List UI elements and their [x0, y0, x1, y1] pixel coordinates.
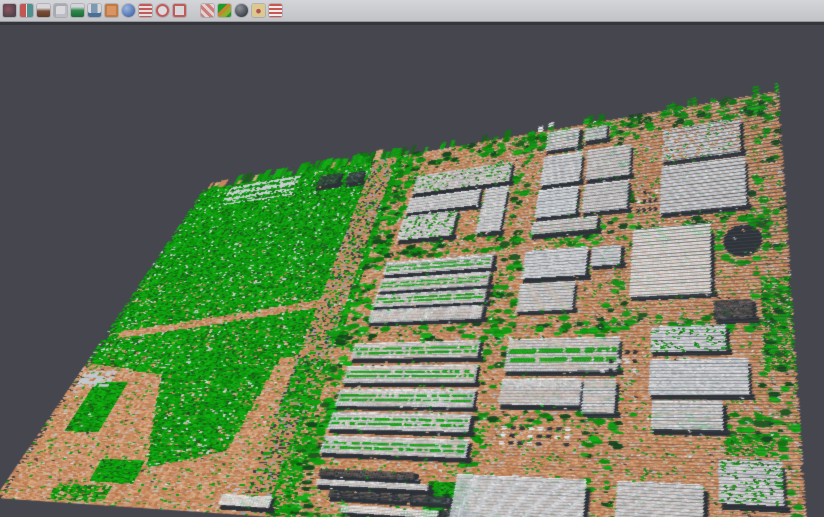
- orthophoto-icon[interactable]: [105, 4, 118, 17]
- flag-stripes-icon[interactable]: [269, 4, 282, 17]
- viewport-3d-canvas[interactable]: [0, 0, 824, 517]
- align-points-icon[interactable]: [20, 4, 33, 17]
- texture-checker-icon[interactable]: [201, 4, 214, 17]
- globe-orbit-icon[interactable]: [122, 4, 135, 17]
- open-project-icon[interactable]: [3, 4, 16, 17]
- marker-target-icon[interactable]: [252, 4, 265, 17]
- application-window: [0, 0, 824, 517]
- dem-surface-icon[interactable]: [71, 4, 84, 17]
- rectangle-select-icon[interactable]: [173, 4, 186, 17]
- terrain-mound-icon[interactable]: [37, 4, 50, 17]
- classification-colors-icon[interactable]: [218, 4, 231, 17]
- main-toolbar: [0, 0, 824, 22]
- point-cloud-icon[interactable]: [54, 4, 67, 17]
- profile-lines-icon[interactable]: [139, 4, 152, 17]
- circle-select-icon[interactable]: [156, 4, 169, 17]
- ruler-column-icon[interactable]: [88, 4, 101, 17]
- viewport-top-border: [0, 22, 824, 25]
- render-sphere-icon[interactable]: [235, 4, 248, 17]
